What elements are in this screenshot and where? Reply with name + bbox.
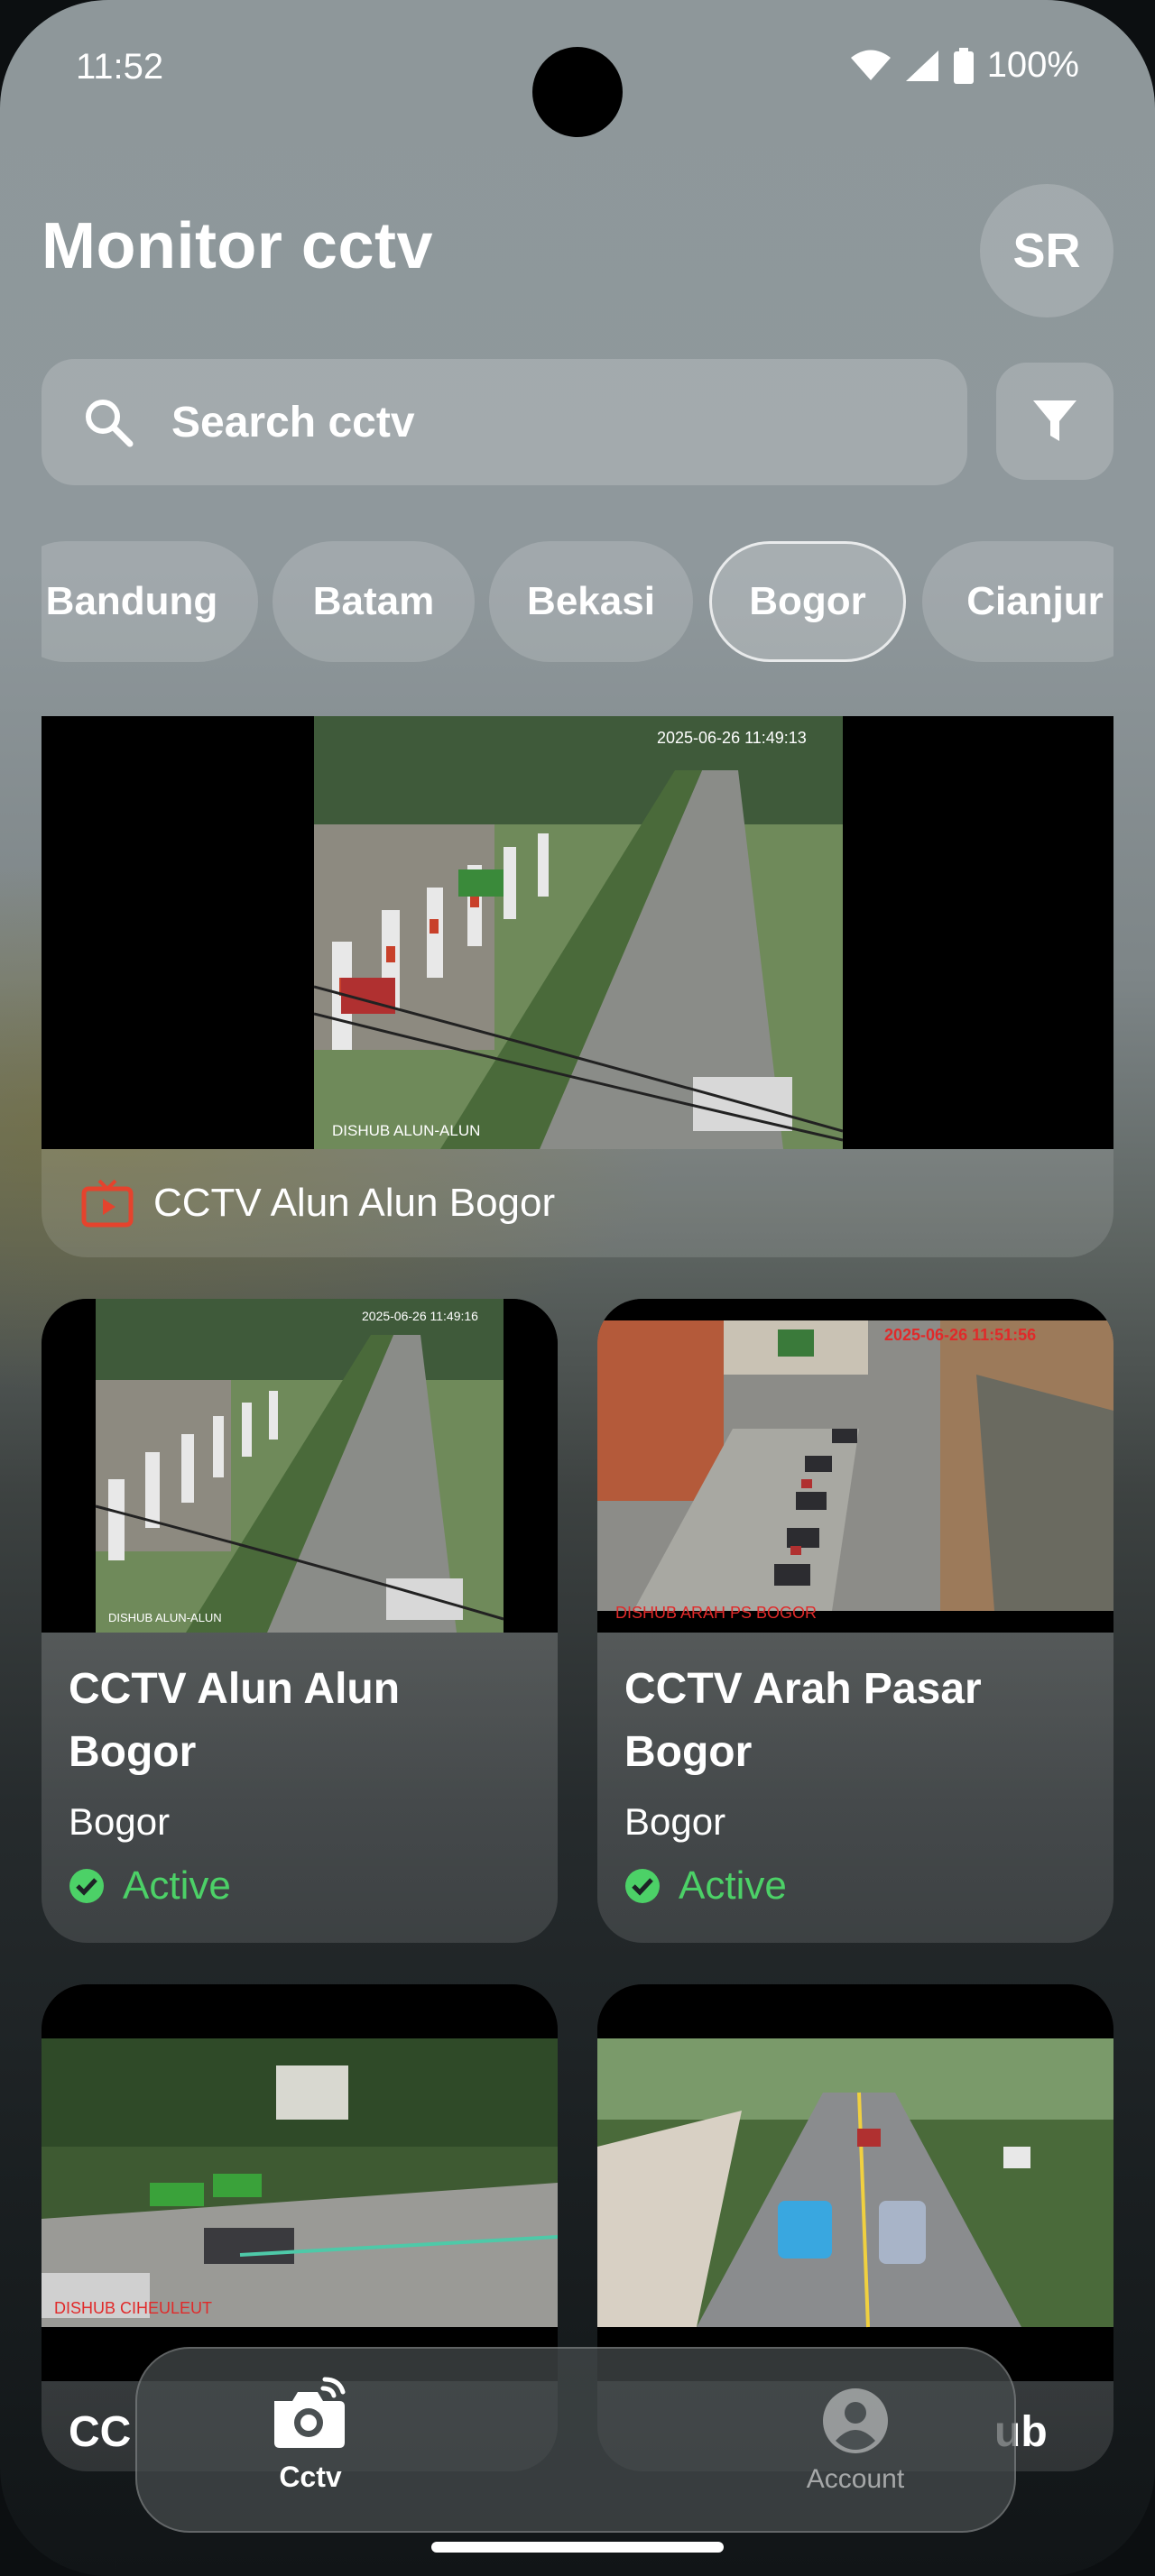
cctv-thumbnail — [597, 1984, 1113, 2381]
chip-batam[interactable]: Batam — [273, 541, 475, 662]
cctv-card[interactable]: 2025-06-26 11:49:16 DISHUB ALUN-ALUN CCT… — [42, 1299, 558, 1943]
home-indicator[interactable] — [431, 2542, 724, 2553]
card-title: CCTV Alun Alun Bogor — [69, 1665, 401, 1776]
wifi-icon — [850, 50, 891, 80]
tv-icon — [81, 1179, 134, 1228]
featured-caption: CCTV Alun Alun Bogor — [42, 1149, 1113, 1257]
filter-button[interactable] — [996, 363, 1113, 480]
cctv-thumbnail: 2025-06-26 11:51:56 DISHUB ARAH PS BOGOR — [597, 1299, 1113, 1633]
check-circle-icon — [69, 1869, 104, 1903]
status-time: 11:52 — [76, 47, 164, 87]
status-badge: Active — [624, 1863, 787, 1909]
cctv-video-frame: 2025-06-26 11:49:13 DISHUB ALUN-ALUN — [314, 716, 843, 1149]
thumbnail-location-label: DISHUB ALUN-ALUN — [108, 1611, 222, 1624]
camera-cutout — [532, 47, 623, 137]
thumbnail-timestamp: 2025-06-26 11:49:16 — [362, 1309, 478, 1323]
video-player[interactable]: 2025-06-26 11:49:13 DISHUB ALUN-ALUN — [42, 716, 1113, 1149]
chip-bandung[interactable]: Bandung — [42, 541, 258, 662]
filter-icon — [1033, 400, 1076, 441]
card-title: CCTV Arah Pasar Bogor — [624, 1665, 982, 1776]
card-city: Bogor — [624, 1800, 726, 1843]
page-title: Monitor cctv — [42, 210, 434, 282]
city-filter-chips: Bandung Batam Bekasi Bogor Cianjur — [42, 541, 1113, 664]
battery-percent: 100% — [986, 45, 1079, 85]
search-input[interactable] — [170, 396, 913, 448]
camera-icon — [274, 2377, 346, 2448]
search-icon — [86, 400, 134, 447]
cctv-thumbnail: 2025-06-26 11:49:16 DISHUB ALUN-ALUN — [42, 1299, 558, 1633]
card-city: Bogor — [69, 1800, 171, 1843]
cctv-thumbnail: DISHUB CIHEULEUT — [42, 1984, 558, 2381]
thumbnail-location-label: DISHUB ARAH PS BOGOR — [615, 1604, 817, 1622]
bottom-navigation: Cctv Account — [135, 2347, 1016, 2533]
battery-icon — [953, 47, 974, 84]
search-bar[interactable] — [42, 359, 967, 485]
thumbnail-location-label: DISHUB CIHEULEUT — [54, 2299, 212, 2317]
video-location-label: DISHUB ALUN-ALUN — [332, 1122, 480, 1139]
nav-label-cctv: Cctv — [279, 2461, 342, 2493]
avatar[interactable]: SR — [980, 184, 1113, 317]
thumbnail-timestamp: 2025-06-26 11:51:56 — [884, 1326, 1036, 1344]
chip-bekasi[interactable]: Bekasi — [489, 541, 693, 662]
status-icons: 100% — [850, 45, 1079, 86]
chip-bogor[interactable]: Bogor — [709, 541, 906, 662]
signal-icon — [905, 50, 938, 81]
chip-cianjur[interactable]: Cianjur — [922, 541, 1113, 662]
featured-cctv-player[interactable]: 2025-06-26 11:49:13 DISHUB ALUN-ALUN CCT… — [42, 716, 1113, 1257]
status-text: Active — [123, 1863, 231, 1908]
status-text: Active — [679, 1863, 787, 1908]
featured-title: CCTV Alun Alun Bogor — [153, 1181, 556, 1225]
phone-screen: 11:52 100% Monitor cctv SR Bandung Batam… — [0, 0, 1155, 2576]
video-timestamp: 2025-06-26 11:49:13 — [657, 729, 807, 747]
cctv-card[interactable]: 2025-06-26 11:51:56 DISHUB ARAH PS BOGOR… — [597, 1299, 1113, 1943]
nav-item-cctv[interactable]: Cctv — [238, 2372, 383, 2516]
account-icon — [823, 2388, 888, 2453]
status-badge: Active — [69, 1863, 231, 1909]
nav-item-account[interactable]: Account — [783, 2388, 928, 2495]
check-circle-icon — [625, 1869, 660, 1903]
nav-label-account: Account — [806, 2464, 905, 2494]
